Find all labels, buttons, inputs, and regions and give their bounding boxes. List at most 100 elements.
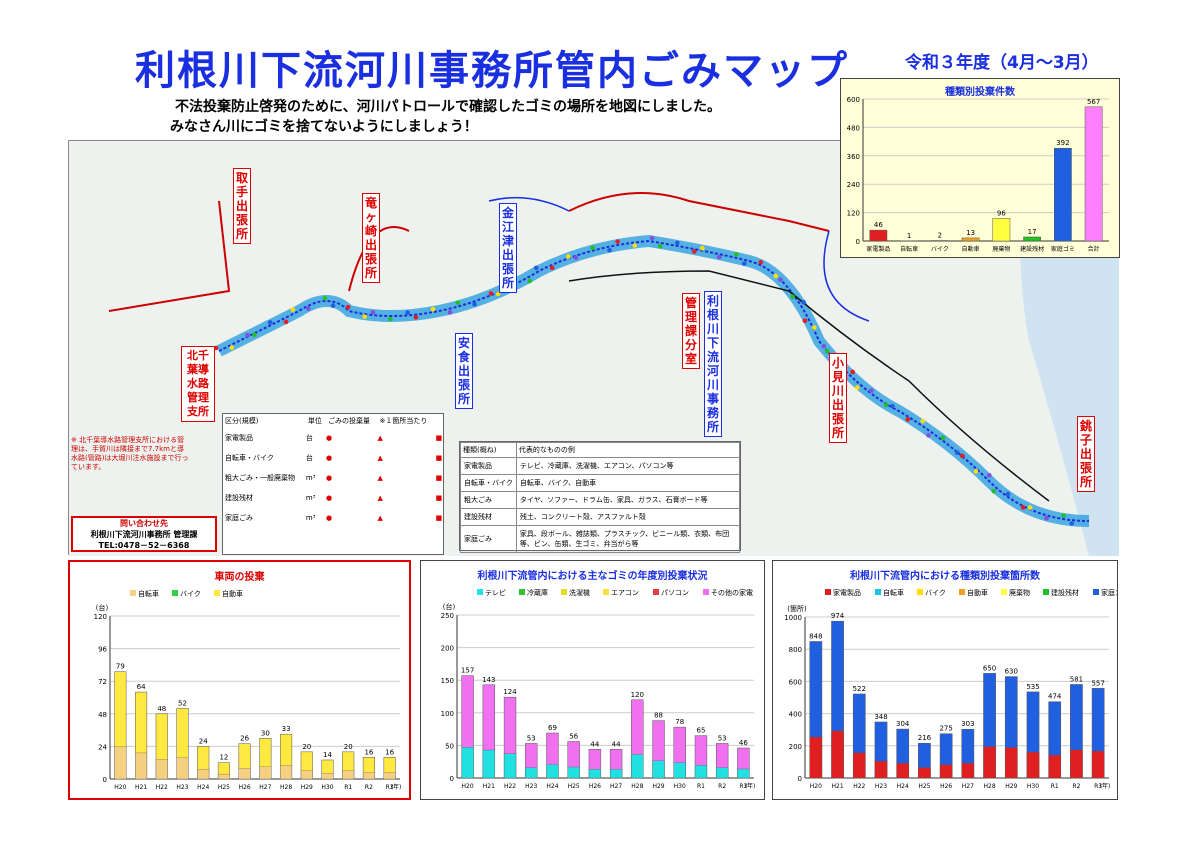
chart-vehicles: 0 24 48 72 96 120 79 H20 64 H21 48 H22 52 H23 24 H24 12 H… <box>94 589 402 791</box>
legend-label: 冷蔵庫 <box>527 588 548 597</box>
map-pin <box>802 318 808 324</box>
y-tick: 24 <box>98 743 107 751</box>
legend-label: パソコン <box>661 589 689 597</box>
map-pin <box>405 310 410 315</box>
x-tick: H29 <box>301 784 313 791</box>
data-label: 392 <box>1056 139 1069 147</box>
data-label: 78 <box>675 718 684 726</box>
map-pin <box>717 254 722 260</box>
bar-segment <box>939 764 953 779</box>
x-tick: R1 <box>697 783 705 790</box>
map-pin <box>1020 505 1026 510</box>
bar-segment <box>588 769 601 779</box>
legend-label: バイク <box>925 589 946 597</box>
map-pin <box>267 320 273 325</box>
x-tick: H27 <box>259 784 271 791</box>
bar-segment <box>259 766 272 780</box>
data-label: 46 <box>874 221 883 229</box>
x-tick: 自動車 <box>962 245 980 253</box>
bar-segment <box>961 763 975 779</box>
x-unit: (年) <box>745 782 756 790</box>
map-pin <box>306 306 311 311</box>
y-tick: 96 <box>98 646 107 654</box>
map-pin <box>533 265 539 271</box>
chart-types: 0 120 240 360 480 600 46 家電製品 1 自転車 2 バイク 13 自動車 96 廃棄物… <box>847 96 1109 253</box>
legend-label: 建設残材 <box>1051 588 1079 597</box>
office-ryugasaki: 竜ヶ崎出張所 <box>362 193 380 283</box>
chart-appliances: 0 50 100 150 200 250 157 H20 143 H21 124 H22 53 H23 69… <box>441 588 756 790</box>
data-label: 56 <box>569 732 578 740</box>
map-pin <box>821 343 827 349</box>
legend-label: バイク <box>180 590 201 598</box>
map-pin <box>573 255 579 261</box>
legend-swatch <box>875 589 881 595</box>
map-pin <box>252 332 257 338</box>
x-tick: H21 <box>483 783 495 790</box>
y-tick: 0 <box>450 775 454 783</box>
bar-segment <box>567 766 580 779</box>
contact-box: 問い合わせ先 利根川下流河川事務所 管理課 TEL:0478－52－6368 <box>71 516 217 552</box>
bar-segment <box>874 761 888 779</box>
bar-segment <box>673 762 686 779</box>
x-tick: H20 <box>810 783 822 790</box>
x-tick: H22 <box>156 784 168 791</box>
data-label: 53 <box>527 734 536 742</box>
bar-segment <box>197 769 210 780</box>
chart-types-panel: 種類別投棄件数 0 120 240 360 480 600 46 家電製品 1 自転車 2 バイク 13… <box>840 78 1120 258</box>
bar-segment <box>1005 747 1018 779</box>
data-label: 12 <box>219 754 228 762</box>
bar <box>1023 236 1041 242</box>
legend-label: 家庭ゴミ <box>1101 588 1117 597</box>
data-label: 14 <box>323 751 332 759</box>
x-tick: 自転車 <box>900 245 918 253</box>
x-tick: H25 <box>568 783 580 790</box>
bar-segment <box>652 760 665 779</box>
legend-swatch <box>825 589 831 595</box>
map-pin <box>778 277 783 282</box>
map-pin <box>330 303 336 308</box>
map-pin <box>869 388 874 393</box>
y-unit: (台) <box>443 602 456 611</box>
map-pin <box>734 251 739 257</box>
data-label: 848 <box>809 632 822 640</box>
office-ajiki: 安食出張所 <box>455 333 473 409</box>
legend-swatch <box>603 589 609 595</box>
map-pin <box>387 316 393 322</box>
x-tick: H23 <box>176 784 188 791</box>
x-tick: H27 <box>610 783 622 790</box>
map-pin <box>657 244 663 249</box>
x-tick: H20 <box>462 783 474 790</box>
intro-line-2: みなさん川にゴミを捨てないようにしましょう！ <box>170 119 478 135</box>
bar <box>869 229 888 242</box>
office-kanaezu: 金江津出張所 <box>499 203 517 293</box>
bar-segment <box>342 770 355 780</box>
y-unit: (箇所) <box>787 604 807 613</box>
map-pin <box>632 243 638 248</box>
x-tick: H20 <box>114 784 126 791</box>
legend-label: 廃棄物 <box>1009 588 1030 597</box>
map-pin <box>773 273 779 279</box>
legend-swatch <box>130 590 136 596</box>
map-pin <box>954 450 960 455</box>
data-label: 348 <box>874 713 887 721</box>
x-tick: H21 <box>135 784 147 791</box>
legend-swatch <box>959 589 965 595</box>
x-tick: R2 <box>718 783 726 790</box>
map-pin <box>290 307 296 312</box>
legend-swatch <box>703 589 709 595</box>
map-pin <box>959 453 965 459</box>
map-pin <box>362 314 368 319</box>
bar-segment <box>831 730 844 779</box>
symbol-legend: 区分(規模) 単位 ごみの投棄量 ※１箇所当たり 家電製品台 ● ▲ ■ 自転車・バイク台 ● ▲ ■… <box>222 413 444 555</box>
office-choshi: 銚子出張所 <box>1077 416 1095 492</box>
chart-sites-panel: 利根川下流管内における種類別投棄箇所数 0 200 400 600 800 1000 848… <box>772 560 1118 800</box>
map-pin <box>790 294 795 299</box>
bar-segment <box>918 767 931 779</box>
map-pin <box>986 473 992 478</box>
y-tick: 250 <box>441 612 454 620</box>
bar-segment <box>809 736 823 779</box>
map-pin <box>801 300 806 305</box>
data-label: 79 <box>116 663 125 671</box>
contact-org: 利根川下流河川事務所 管理課 <box>90 530 198 539</box>
y-tick: 150 <box>441 677 454 685</box>
